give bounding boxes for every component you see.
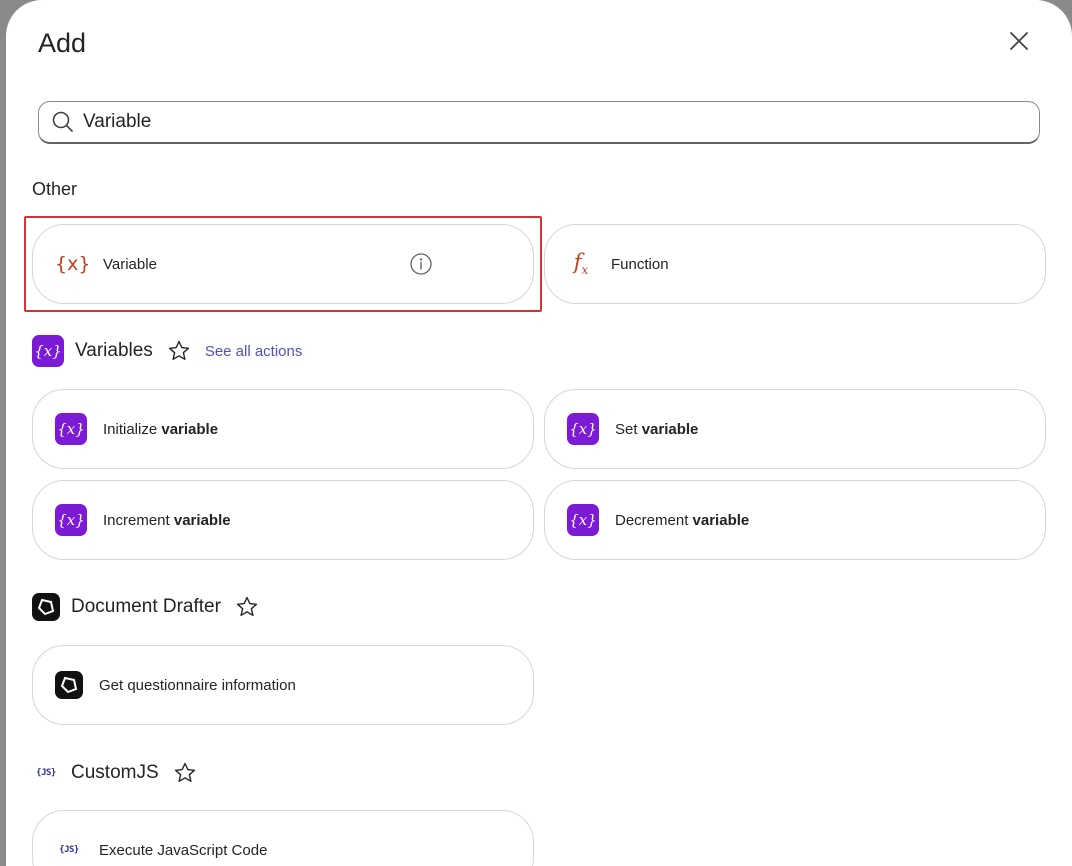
variables-icon: {x}	[567, 413, 599, 445]
star-icon	[174, 762, 195, 782]
close-icon	[1010, 32, 1028, 50]
group-name: Document Drafter	[71, 596, 221, 617]
card-decrement-variable[interactable]: {x} Decrement variable	[544, 480, 1046, 560]
add-dialog: Add Other {x} Variable fx Function {x}	[6, 0, 1072, 866]
card-variable[interactable]: {x} Variable	[32, 224, 534, 304]
star-icon	[236, 596, 258, 616]
group-name: CustomJS	[71, 762, 159, 783]
favorite-button[interactable]	[167, 339, 191, 363]
card-label: Function	[611, 255, 669, 273]
dialog-title: Add	[38, 28, 87, 58]
favorite-button[interactable]	[173, 761, 197, 785]
document-drafter-icon	[55, 671, 83, 699]
variables-icon: {x}	[55, 413, 87, 445]
search-input[interactable]	[83, 111, 983, 133]
group-customjs-header: {JS} CustomJS	[32, 757, 197, 789]
function-icon: fx	[573, 250, 589, 278]
search-icon	[52, 111, 73, 132]
card-execute-javascript-code[interactable]: {JS} Execute JavaScript Code	[32, 810, 534, 866]
card-label: Increment variable	[103, 511, 231, 529]
card-label: Initialize variable	[103, 420, 219, 438]
variables-icon: {x}	[32, 335, 64, 367]
card-set-variable[interactable]: {x} Set variable	[544, 389, 1046, 469]
close-button[interactable]	[1004, 26, 1034, 56]
group-document-drafter-header: Document Drafter	[32, 591, 259, 623]
search-box[interactable]	[38, 101, 1040, 144]
favorite-button[interactable]	[235, 595, 259, 619]
customjs-icon: {JS}	[36, 768, 56, 778]
card-label: Execute JavaScript Code	[99, 841, 268, 859]
document-drafter-icon	[32, 593, 60, 621]
group-name: Variables	[75, 340, 153, 361]
card-label: Decrement variable	[615, 511, 750, 529]
customjs-icon: {JS}	[59, 845, 79, 855]
variables-icon: {x}	[55, 504, 87, 536]
group-variables-header: {x} Variables See all actions	[32, 335, 302, 367]
variable-icon: {x}	[55, 253, 91, 275]
variables-icon: {x}	[567, 504, 599, 536]
card-initialize-variable[interactable]: {x} Initialize variable	[32, 389, 534, 469]
info-button[interactable]	[409, 252, 433, 276]
info-icon	[410, 253, 432, 275]
see-all-actions-link[interactable]: See all actions	[205, 343, 303, 360]
card-label: Set variable	[615, 420, 699, 438]
card-get-questionnaire-information[interactable]: Get questionnaire information	[32, 645, 534, 725]
star-icon	[168, 340, 189, 360]
card-increment-variable[interactable]: {x} Increment variable	[32, 480, 534, 560]
section-other-label: Other	[32, 179, 78, 199]
card-label: Get questionnaire information	[99, 676, 296, 694]
card-label: Variable	[103, 255, 157, 273]
card-function[interactable]: fx Function	[544, 224, 1046, 304]
